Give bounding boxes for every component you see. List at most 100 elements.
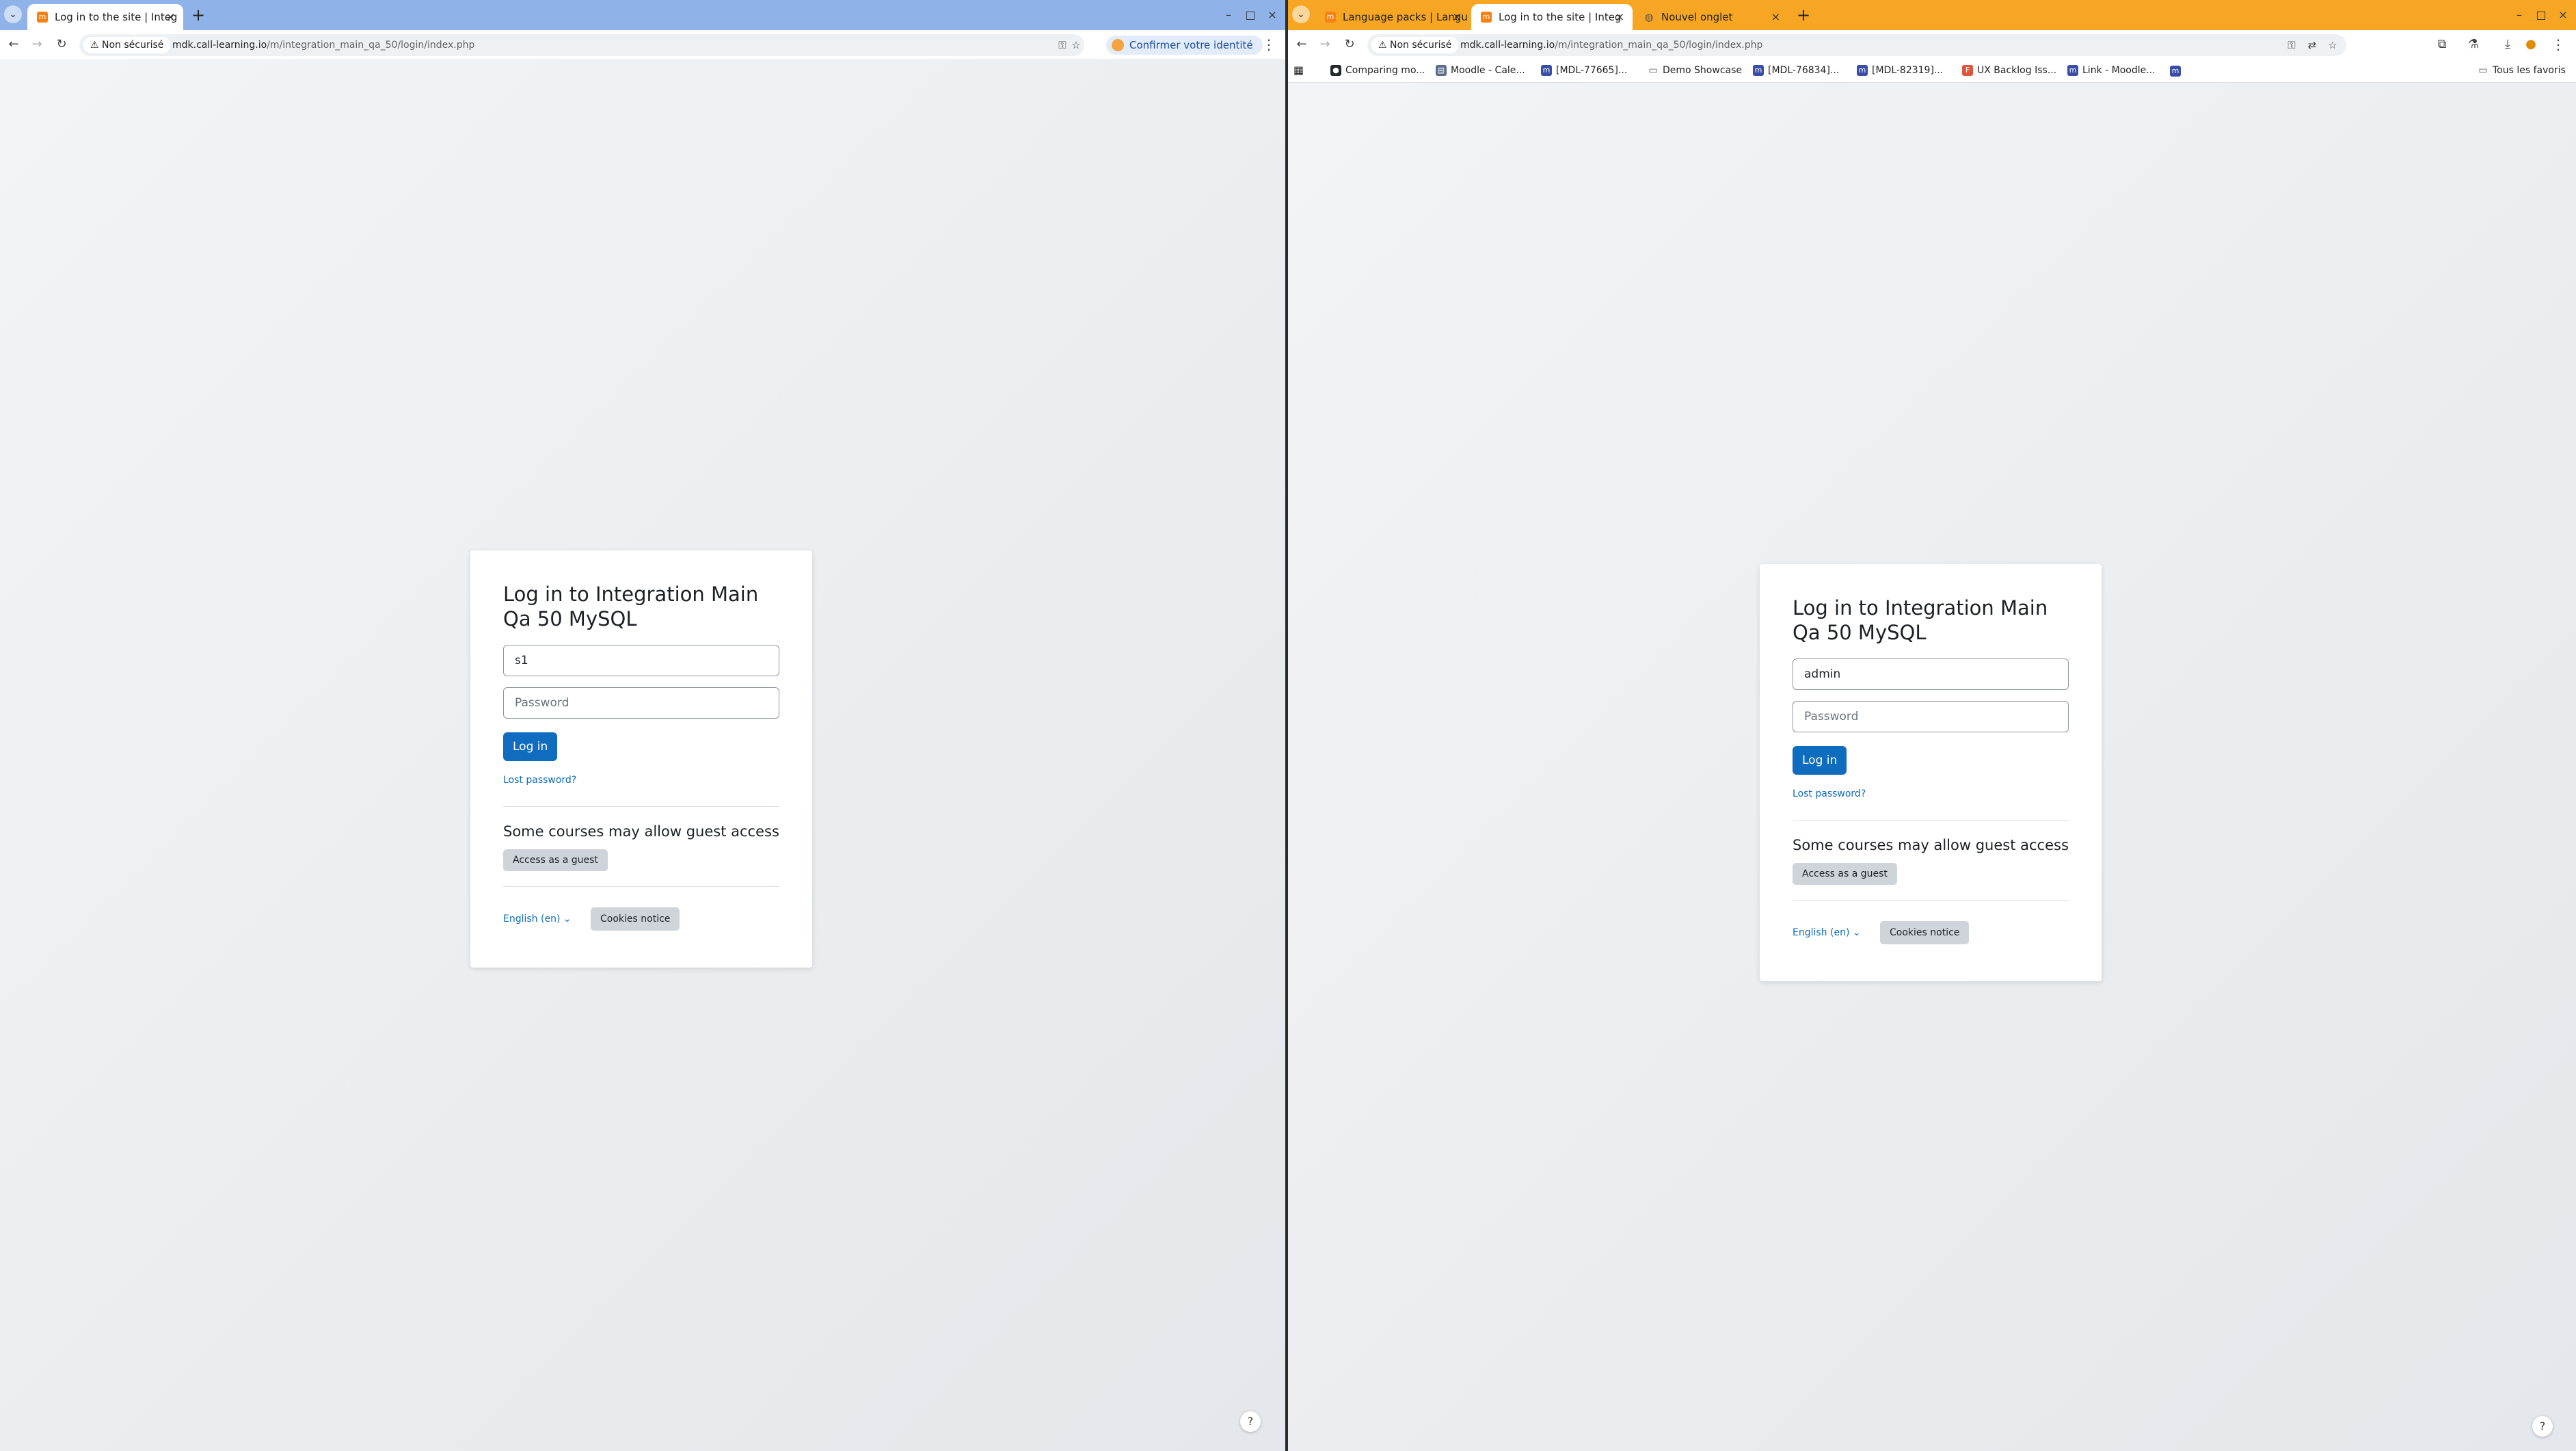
tab-search-button[interactable]: ⌄	[4, 5, 22, 23]
figma-icon: F	[1962, 65, 1973, 76]
login-button[interactable]: Log in	[1793, 746, 1847, 775]
forward-icon[interactable]: →	[1315, 35, 1334, 54]
bookmark-item[interactable]: ▤ Moodle - Cale...	[1434, 62, 1525, 79]
help-button[interactable]: ?	[1240, 1411, 1261, 1432]
folder-icon: ▭	[2478, 65, 2488, 76]
confirm-identity-button[interactable]: Confirmer votre identité	[1106, 36, 1263, 55]
address-bar[interactable]: ⚠ Non sécurisé mdk.call-learning.io/m/in…	[79, 34, 1084, 56]
tab-language-packs[interactable]: m Language packs | Langu ×	[1315, 4, 1470, 30]
divider	[503, 806, 779, 807]
bookmark-label: [MDL-76834]...	[1768, 65, 1840, 76]
bookmark-label: UX Backlog Iss...	[1977, 65, 2057, 76]
back-icon[interactable]: ←	[4, 35, 23, 54]
cookies-notice-button[interactable]: Cookies notice	[591, 907, 680, 931]
back-icon[interactable]: ←	[1292, 35, 1311, 54]
bookmark-item[interactable]: ▭ Demo Showcase	[1646, 62, 1742, 79]
extensions-icon[interactable]: ⧉	[2432, 35, 2452, 54]
bookmark-star-icon[interactable]: ☆	[1068, 37, 1084, 53]
bookmark-label: [MDL-77665]...	[1556, 65, 1628, 76]
minimize-icon[interactable]: –	[2509, 5, 2530, 25]
menu-kebab-icon[interactable]: ⋮	[1261, 35, 1277, 54]
tab-login[interactable]: m Log in to the site | Integ ×	[1471, 4, 1633, 30]
tab-strip: ⌄ m Log in to the site | Integ × + – □ ×	[0, 0, 1285, 30]
guest-access-button[interactable]: Access as a guest	[1793, 863, 1897, 885]
login-card: Log in to Integration Main Qa 50 MySQL a…	[1760, 564, 2102, 981]
bookmark-item[interactable]: ● Comparing mo...	[1329, 62, 1425, 79]
moodle-favicon-icon: m	[37, 12, 48, 23]
security-chip[interactable]: ⚠ Non sécurisé	[1371, 37, 1459, 53]
download-icon[interactable]: ⤓	[2498, 35, 2517, 54]
divider	[1793, 900, 2069, 901]
page-content: Log in to Integration Main Qa 50 MySQL s…	[0, 59, 1285, 1451]
bookmark-star-icon[interactable]: ☆	[2324, 37, 2341, 53]
guest-access-button[interactable]: Access as a guest	[503, 849, 608, 871]
language-selector[interactable]: English (en) ⌄	[1793, 921, 1861, 944]
tab-label: Log in to the site | Integ	[55, 11, 178, 23]
forward-icon[interactable]: →	[27, 35, 46, 54]
profile-avatar-icon[interactable]: ●	[2521, 35, 2540, 54]
close-tab-icon[interactable]: ×	[166, 4, 175, 30]
bookmark-item[interactable]: m [MDL-76834]...	[1752, 62, 1839, 79]
login-title: Log in to Integration Main Qa 50 MySQL	[503, 583, 759, 630]
help-button[interactable]: ?	[2532, 1416, 2553, 1437]
language-label: English (en)	[1793, 927, 1850, 938]
url-text[interactable]: mdk.call-learning.io/m/integration_main_…	[172, 34, 474, 56]
username-field[interactable]: s1	[503, 645, 779, 676]
lab-flask-icon[interactable]: ⚗	[2464, 35, 2483, 54]
security-label: Non sécurisé	[102, 40, 164, 51]
maximize-icon[interactable]: □	[1240, 5, 1261, 25]
browser-window-left: ⌄ m Log in to the site | Integ × + – □ ×…	[0, 0, 1285, 1451]
bookmark-item[interactable]: m [MDL-77665]...	[1540, 62, 1627, 79]
security-chip[interactable]: ⚠ Non sécurisé	[83, 37, 171, 53]
translate-icon[interactable]: ⇄	[2304, 37, 2320, 53]
password-key-icon[interactable]: ⚿	[2283, 37, 2300, 53]
divider	[503, 886, 779, 887]
close-tab-icon[interactable]: ×	[1615, 4, 1624, 30]
tab-label: Nouvel onglet	[1661, 11, 1733, 23]
bookmark-item[interactable]: m Link - Moodle...	[2066, 62, 2156, 79]
lost-password-link[interactable]: Lost password?	[1793, 788, 2069, 799]
url-path: /m/integration_main_qa_50/login/index.ph…	[267, 40, 475, 51]
identity-label: Confirmer votre identité	[1129, 39, 1253, 51]
bookmark-label: Demo Showcase	[1663, 65, 1743, 76]
close-tab-icon[interactable]: ×	[1771, 4, 1780, 30]
tab-new-tab[interactable]: ◍ Nouvel onglet ×	[1634, 4, 1788, 30]
all-bookmarks-folder[interactable]: ▭ Tous les favoris	[2476, 62, 2566, 79]
password-field[interactable]: Password	[503, 687, 779, 719]
password-field[interactable]: Password	[1793, 701, 2069, 732]
tab-login[interactable]: m Log in to the site | Integ ×	[27, 4, 183, 30]
cookies-notice-button[interactable]: Cookies notice	[1880, 921, 1970, 944]
bookmark-label: Comparing mo...	[1345, 65, 1425, 76]
reload-icon[interactable]: ↻	[52, 35, 71, 54]
close-window-icon[interactable]: ×	[1262, 5, 1283, 25]
login-footer: English (en) ⌄ Cookies notice	[503, 907, 779, 931]
tab-search-button[interactable]: ⌄	[1292, 5, 1310, 23]
bookmark-item[interactable]: m [MDL-82319]...	[1855, 62, 1943, 79]
login-button[interactable]: Log in	[503, 732, 558, 761]
menu-kebab-icon[interactable]: ⋮	[2550, 35, 2566, 54]
url-host: mdk.call-learning.io	[1460, 40, 1555, 51]
all-bookmarks-label: Tous les favoris	[2493, 65, 2566, 76]
username-field[interactable]: admin	[1793, 658, 2069, 690]
close-window-icon[interactable]: ×	[2553, 5, 2573, 25]
new-tab-button[interactable]: +	[1793, 4, 1814, 26]
moodle-favicon-icon: m	[1325, 12, 1336, 23]
maximize-icon[interactable]: □	[2531, 5, 2551, 25]
new-tab-button[interactable]: +	[187, 4, 209, 26]
lost-password-link[interactable]: Lost password?	[503, 775, 779, 786]
login-footer: English (en) ⌄ Cookies notice	[1793, 921, 2069, 944]
bookmark-item[interactable]: m	[2170, 62, 2181, 79]
toolbar: ← → ↻ ⚠ Non sécurisé mdk.call-learning.i…	[0, 30, 1285, 59]
tab-strip: ⌄ m Language packs | Langu × m Log in to…	[1288, 0, 2576, 30]
page-content: Log in to Integration Main Qa 50 MySQL a…	[1288, 83, 2576, 1451]
reload-icon[interactable]: ↻	[1340, 35, 1359, 54]
language-label: English (en)	[503, 914, 561, 924]
minimize-icon[interactable]: –	[1218, 5, 1239, 25]
apps-grid-icon[interactable]: ▦	[1293, 62, 1304, 79]
bookmark-item[interactable]: F UX Backlog Iss...	[1961, 62, 2056, 79]
language-selector[interactable]: English (en) ⌄	[503, 907, 572, 931]
address-bar[interactable]: ⚠ Non sécurisé mdk.call-learning.io/m/in…	[1367, 34, 2346, 56]
guest-access-heading: Some courses may allow guest access	[503, 823, 779, 840]
url-text[interactable]: mdk.call-learning.io/m/integration_main_…	[1460, 34, 1762, 56]
close-tab-icon[interactable]: ×	[1453, 4, 1462, 30]
